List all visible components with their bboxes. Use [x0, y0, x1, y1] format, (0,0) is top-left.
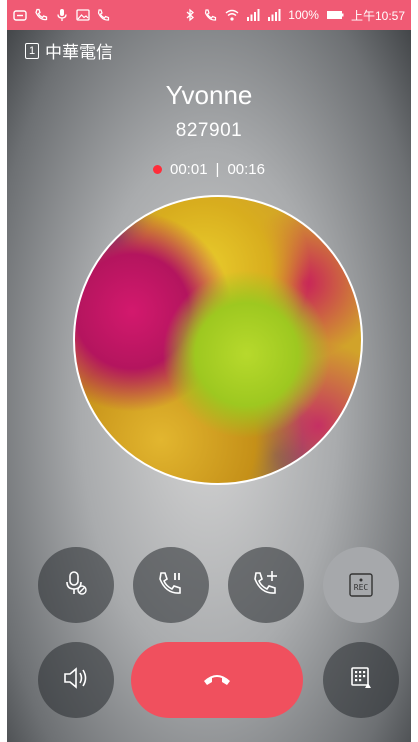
recording-dot-icon [153, 165, 162, 174]
call-duration: 00:16 [227, 161, 265, 178]
carrier-label: 1 中華電信 [25, 38, 113, 63]
record-icon: REC [346, 570, 376, 600]
image-icon [76, 8, 90, 22]
rec-label: REC [353, 583, 369, 592]
hold-button[interactable] [133, 547, 209, 623]
calendar-icon [13, 8, 27, 22]
dialpad-icon [346, 663, 376, 698]
carrier-name: 中華電信 [45, 43, 113, 62]
call-screen: 100% 上午10:57 1 中華電信 Yvonne 827901 00:01 … [7, 0, 411, 742]
speaker-icon [61, 663, 91, 698]
clock: 上午10:57 [350, 8, 405, 23]
mic-icon [55, 8, 69, 22]
sim-badge: 1 [25, 42, 39, 59]
wifi-calling-icon [204, 8, 218, 22]
battery-percent: 100% [288, 8, 319, 22]
bluetooth-icon [183, 8, 197, 22]
end-call-icon [199, 660, 235, 701]
caller-name: Yvonne [165, 80, 253, 110]
caller-number: 827901 [175, 120, 243, 141]
phone-pause-icon [156, 568, 186, 603]
timer-separator: | [215, 161, 220, 178]
mic-off-icon [61, 568, 91, 603]
call-timer: 00:01 | 00:16 [7, 161, 411, 178]
call-forward-icon [97, 8, 111, 22]
add-call-button[interactable] [228, 547, 304, 623]
end-call-button[interactable] [131, 642, 303, 718]
mute-button[interactable] [38, 547, 114, 623]
phone-add-icon [251, 568, 281, 603]
record-elapsed: 00:01 [170, 161, 208, 178]
signal-sim2-icon [267, 8, 281, 22]
keypad-button[interactable] [323, 642, 399, 718]
phone-icon [34, 8, 48, 22]
contact-photo [73, 195, 363, 485]
signal-sim1-icon [246, 8, 260, 22]
wifi-icon [225, 8, 239, 22]
record-button[interactable]: REC [323, 547, 399, 623]
status-bar: 100% 上午10:57 [7, 0, 411, 30]
speaker-button[interactable] [38, 642, 114, 718]
battery-icon [326, 8, 344, 22]
